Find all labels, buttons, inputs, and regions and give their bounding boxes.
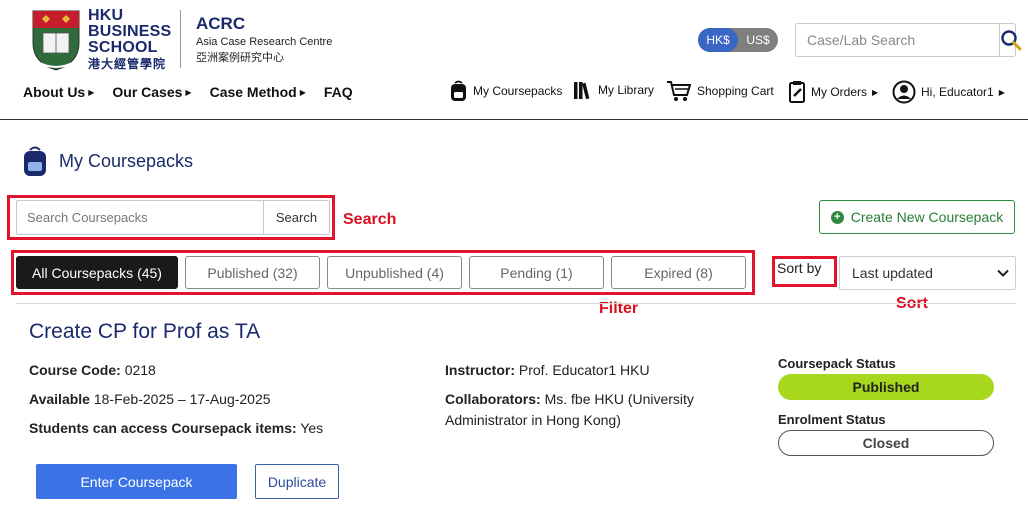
nav-account[interactable]: Hi, Educator1 ▶ (892, 80, 1005, 104)
acrc-title[interactable]: ACRC (196, 14, 245, 34)
acrc-full-name: Asia Case Research Centre (196, 36, 333, 48)
enrolment-status-badge: Closed (778, 430, 994, 456)
annotation-search-label: Search (343, 211, 397, 228)
nav-our-cases-label: Our Cases (112, 84, 183, 100)
coursepack-status-badge: Published (778, 374, 994, 400)
nav-my-library-label: My Library (598, 83, 655, 97)
books-icon (574, 82, 590, 100)
collaborators-value-line1: Ms. fbe HKU (University (544, 391, 694, 407)
annotation-sort-label: Sort (896, 295, 928, 312)
cart-icon (667, 81, 692, 101)
coursepack-search-box: Search (16, 200, 330, 235)
clipboard-icon (789, 81, 805, 103)
caret-right-icon: ▶ (185, 87, 192, 97)
nav-my-library[interactable]: My Library (573, 80, 654, 100)
backpack-icon (24, 146, 46, 176)
enter-coursepack-button[interactable]: Enter Coursepack (36, 464, 237, 499)
course-code-value: 0218 (124, 362, 156, 378)
coursepack-title[interactable]: Create CP for Prof as TA (29, 320, 260, 344)
case-search-input[interactable] (796, 24, 999, 56)
caret-right-icon: ▶ (998, 87, 1005, 97)
enrolment-status-label: Enrolment Status (778, 412, 886, 427)
nav-account-label: Hi, Educator1 (921, 85, 994, 99)
currency-usd[interactable]: US$ (738, 28, 778, 52)
nav-case-method[interactable]: Case Method ▶ (210, 84, 306, 100)
create-new-coursepack-label: Create New Coursepack (850, 209, 1004, 225)
collaborators-value-line2: Administrator in Hong Kong) (445, 412, 621, 428)
brand-line-2: BUSINESS (88, 23, 172, 40)
page-title: My Coursepacks (59, 151, 194, 171)
coursepack-search-button[interactable]: Search (263, 201, 329, 234)
nav-case-method-label: Case Method (209, 84, 297, 100)
instructor-row: Instructor: Prof. Educator1 HKU (445, 360, 650, 381)
student-access-row: Students can access Coursepack items: Ye… (29, 418, 323, 439)
filter-expired[interactable]: Expired (8) (611, 256, 746, 289)
instructor-label: Instructor: (445, 362, 515, 378)
available-label: Available (29, 391, 90, 407)
brand-line-1: HKU (88, 7, 124, 24)
collaborators-label: Collaborators: (445, 391, 541, 407)
currency-hkd[interactable]: HK$ (698, 28, 738, 52)
course-code-label: Course Code: (29, 362, 121, 378)
filter-pending[interactable]: Pending (1) (469, 256, 604, 289)
student-access-label: Students can access Coursepack items: (29, 420, 297, 436)
chevron-down-icon (997, 269, 1009, 277)
caret-right-icon: ▶ (88, 87, 95, 97)
caret-right-icon: ▶ (299, 87, 306, 97)
create-new-coursepack-button[interactable]: + Create New Coursepack (819, 200, 1015, 234)
available-value: 18-Feb-2025 – 17-Aug-2025 (93, 391, 271, 407)
nav-my-orders[interactable]: My Orders ▶ (788, 80, 878, 104)
nav-my-orders-label: My Orders (811, 85, 868, 99)
content-divider (16, 303, 1016, 304)
hku-crest-logo[interactable] (30, 9, 82, 71)
brand-divider (180, 10, 181, 68)
instructor-value: Prof. Educator1 HKU (518, 362, 650, 378)
user-icon (892, 80, 916, 104)
duplicate-button[interactable]: Duplicate (255, 464, 339, 499)
filter-unpublished[interactable]: Unpublished (4) (327, 256, 462, 289)
caret-right-icon: ▶ (872, 87, 879, 97)
filter-all-coursepacks[interactable]: All Coursepacks (45) (16, 256, 178, 289)
coursepack-status-label: Coursepack Status (778, 356, 896, 371)
collaborators-row: Collaborators: Ms. fbe HKU (University A… (445, 389, 694, 431)
header-divider (0, 119, 1028, 120)
nav-about-us-label: About Us (23, 84, 86, 100)
coursepack-search-input[interactable] (17, 201, 263, 234)
currency-toggle[interactable]: HK$ US$ (698, 28, 778, 52)
search-icon (1001, 30, 1022, 51)
nav-faq-label: FAQ (323, 84, 353, 100)
nav-about-us[interactable]: About Us ▶ (23, 84, 94, 100)
main-nav: About Us ▶ Our Cases ▶ Case Method ▶ FAQ (23, 84, 353, 100)
available-row: Available 18-Feb-2025 – 17-Aug-2025 (29, 389, 271, 410)
student-access-value: Yes (300, 420, 324, 436)
backpack-icon (451, 80, 466, 101)
nav-faq[interactable]: FAQ (324, 84, 353, 100)
case-search-button[interactable] (999, 24, 1022, 56)
plus-circle-icon: + (830, 210, 844, 224)
nav-shopping-cart[interactable]: Shopping Cart (666, 80, 774, 102)
sort-selected-value: Last updated (852, 265, 933, 281)
brand-line-3: SCHOOL (88, 39, 158, 56)
nav-our-cases[interactable]: Our Cases ▶ (112, 84, 191, 100)
hku-business-school-wordmark: HKU BUSINESS SCHOOL (88, 8, 171, 56)
nav-shopping-cart-label: Shopping Cart (697, 84, 774, 98)
acrc-chinese-name: 亞洲案例研究中心 (196, 52, 284, 64)
nav-my-coursepacks-label: My Coursepacks (473, 84, 563, 98)
case-search-box (795, 23, 1022, 57)
filter-published[interactable]: Published (32) (185, 256, 320, 289)
brand-chinese-name: 港大經管學院 (88, 57, 167, 71)
nav-my-coursepacks[interactable]: My Coursepacks (449, 80, 562, 102)
sort-by-label: Sort by (777, 260, 822, 276)
course-code-row: Course Code: 0218 (29, 360, 156, 381)
sort-select[interactable]: Last updated (839, 256, 1016, 290)
